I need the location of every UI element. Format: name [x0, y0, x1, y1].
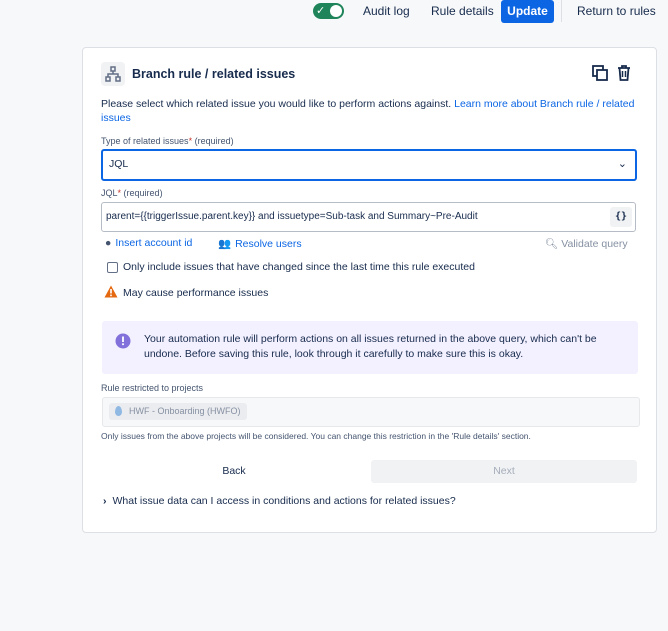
- return-to-rules-link[interactable]: Return to rules: [577, 4, 656, 18]
- required-star: *: [117, 188, 122, 198]
- audit-log-link[interactable]: Audit log: [363, 4, 410, 18]
- smart-value-button[interactable]: {}: [610, 207, 632, 227]
- project-icon: [115, 406, 122, 416]
- jql-label: JQL* (required): [101, 188, 163, 198]
- top-bar: ✓ Audit log Rule details Update Return t…: [0, 0, 668, 24]
- project-tag: HWF - Onboarding (HWFO): [109, 403, 247, 420]
- changed-issues-label: Only include issues that have changed si…: [123, 261, 475, 273]
- update-button[interactable]: Update: [501, 0, 554, 23]
- related-type-select[interactable]: JQL ⌄: [101, 149, 637, 181]
- related-type-value: JQL: [109, 158, 129, 170]
- projects-label: Rule restricted to projects: [101, 383, 204, 393]
- insert-account-id-label: Insert account id: [115, 237, 193, 249]
- info-text: Your automation rule will perform action…: [144, 333, 597, 360]
- users-icon: 👥: [218, 238, 232, 250]
- info-icon: [115, 333, 131, 354]
- back-button[interactable]: Back: [101, 460, 367, 483]
- projects-field: HWF - Onboarding (HWFO): [102, 397, 640, 427]
- branch-rule-card: Branch rule / related issues Please sele…: [82, 47, 657, 533]
- jql-value: parent={{triggerIssue.parent.key}} and i…: [106, 211, 478, 222]
- resolve-users-button[interactable]: 👥 Resolve users: [218, 237, 302, 250]
- chevron-down-icon: ⌄: [617, 158, 627, 170]
- next-button[interactable]: Next: [371, 460, 637, 483]
- project-name: HWF - Onboarding (HWFO): [129, 406, 241, 416]
- intro-description: Please select which related issue you wo…: [101, 98, 452, 110]
- warning-icon: [104, 285, 118, 303]
- validate-query-button[interactable]: 🔍︎ Validate query: [545, 237, 628, 250]
- branch-icon: [101, 62, 125, 86]
- projects-note: Only issues from the above projects will…: [101, 431, 531, 441]
- issue-data-expander[interactable]: › What issue data can I access in conditi…: [103, 495, 456, 507]
- chevron-right-icon: ›: [103, 495, 107, 507]
- resolve-users-label: Resolve users: [235, 238, 302, 250]
- check-icon: ✓: [316, 5, 326, 17]
- required-note: (required): [194, 136, 234, 146]
- changed-issues-checkbox[interactable]: [107, 262, 118, 273]
- required-note: (required): [123, 188, 163, 198]
- jql-label-text: JQL: [101, 188, 118, 198]
- rule-enabled-toggle[interactable]: ✓: [313, 3, 344, 19]
- copy-icon[interactable]: [591, 64, 609, 82]
- intro-text: Please select which related issue you wo…: [101, 97, 637, 125]
- toggle-knob: [330, 5, 342, 17]
- issue-data-question: What issue data can I access in conditio…: [112, 495, 456, 507]
- related-type-label-text: Type of related issues: [101, 136, 189, 146]
- info-message: Your automation rule will perform action…: [102, 321, 638, 374]
- search-icon: 🔍︎: [545, 238, 559, 250]
- validate-query-label: Validate query: [561, 238, 628, 250]
- divider: [561, 0, 562, 22]
- related-type-label: Type of related issues* (required): [101, 136, 234, 146]
- panel-title: Branch rule / related issues: [132, 67, 296, 81]
- required-star: *: [188, 136, 193, 146]
- user-icon: ●: [105, 237, 112, 249]
- performance-warning: May cause performance issues: [123, 287, 269, 299]
- trash-icon[interactable]: [615, 64, 633, 82]
- insert-account-id-button[interactable]: ● Insert account id: [105, 237, 192, 249]
- rule-details-link[interactable]: Rule details: [431, 4, 494, 18]
- jql-input[interactable]: parent={{triggerIssue.parent.key}} and i…: [101, 202, 636, 232]
